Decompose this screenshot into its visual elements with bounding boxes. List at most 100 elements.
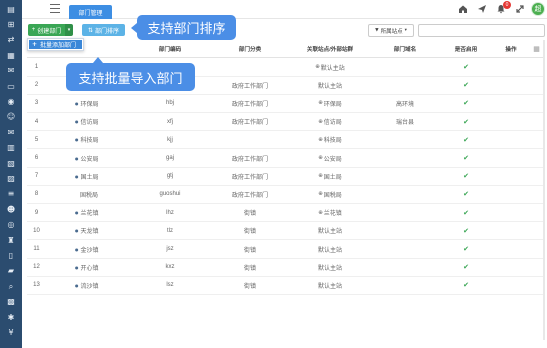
mail-icon[interactable]: ✉ (0, 64, 22, 79)
list-icon[interactable]: ≡ (0, 187, 22, 202)
envelope-icon[interactable]: ✉ (0, 125, 22, 140)
home-icon[interactable] (458, 4, 468, 14)
department-name[interactable]: 天龙镇 (81, 226, 99, 235)
check-icon: ✔ (463, 226, 469, 235)
department-name[interactable]: 公安局 (81, 154, 99, 163)
department-name[interactable]: 环保局 (81, 99, 99, 108)
linked-site: 信访局 (323, 120, 342, 127)
tab-department-management[interactable]: 部门管理 (69, 5, 112, 19)
fullscreen-icon[interactable] (515, 4, 525, 14)
department-domain (370, 59, 440, 76)
department-name[interactable]: 国税局 (80, 190, 98, 199)
department-code: kxz (165, 264, 175, 271)
table-row: 4 ● 信访局 xfj 政府工作部门 ⊕ 信访局 瑞台县 ✔ (27, 113, 543, 132)
linked-site: 公安局 (323, 156, 342, 163)
department-name-cell: ● 开心镇 (46, 259, 130, 276)
linked-site-cell: ⊕ 环保局 (290, 95, 370, 112)
linked-site: 兰花镇 (323, 211, 342, 218)
menu-toggle-icon[interactable] (50, 4, 60, 13)
department-name[interactable]: 金沙镇 (81, 245, 99, 254)
tree-node-icon: ● (75, 119, 79, 125)
department-category (210, 59, 290, 76)
clipboard-icon[interactable]: ▩ (0, 294, 22, 309)
department-category: 政府工作部门 (231, 83, 268, 90)
table-row: 3 ● 环保局 hbj 政府工作部门 ⊕ 环保局 高环境 ✔ (27, 95, 543, 114)
department-name-cell: ● 科技局 (46, 131, 130, 148)
header-category: 部门分类 (238, 47, 262, 53)
create-dropdown-toggle[interactable]: ▾ (65, 24, 73, 36)
department-category (210, 131, 290, 148)
department-name[interactable]: 开心镇 (81, 263, 99, 272)
import-tip-callout: 支持批量导入部门 (66, 57, 195, 91)
folder-icon[interactable]: ▰ (0, 264, 22, 279)
header-actions: 操作 (505, 47, 517, 53)
row-number: 4 (34, 118, 39, 125)
department-name[interactable]: 国土局 (81, 172, 99, 181)
scrollbar[interactable] (543, 40, 545, 340)
chart-icon[interactable]: ▨ (0, 171, 22, 186)
sort-departments-button[interactable]: ⇅ 部门排序 (82, 24, 125, 36)
actions-cell (492, 131, 530, 148)
create-department-button[interactable]: + 创建部门 (28, 24, 65, 36)
search-icon[interactable]: ⌕ (0, 279, 22, 294)
send-icon[interactable] (477, 4, 487, 14)
tree-node-icon: ● (75, 137, 79, 143)
check-icon: ✔ (463, 172, 469, 181)
table-row: 7 ● 国土局 gtj 政府工作部门 ⊕ 国土局 ✔ (27, 168, 543, 186)
department-category: 街镇 (243, 283, 256, 290)
calendar-icon[interactable]: ▦ (0, 48, 22, 63)
row-number: 13 (33, 282, 40, 289)
enabled-cell: ✔ (440, 277, 492, 294)
department-category: 政府工作部门 (231, 174, 268, 181)
department-category: 街镇 (243, 265, 256, 272)
callout-pointer (93, 57, 103, 63)
department-name-cell: 国税局 (46, 186, 130, 203)
plus-square-icon[interactable]: ⊞ (0, 17, 22, 32)
document-icon[interactable]: ▥ (0, 141, 22, 156)
enabled-cell: ✔ (440, 150, 492, 167)
actions-cell (492, 186, 530, 203)
files-icon[interactable]: ▤ (0, 2, 22, 17)
actions-cell (492, 241, 530, 258)
department-category: 政府工作部门 (231, 192, 268, 199)
department-name-cell: ● 天龙镇 (46, 222, 130, 239)
check-icon: ✔ (463, 190, 469, 199)
department-code: gtj (166, 173, 174, 180)
linked-site: 默认主站 (320, 65, 345, 72)
actions-cell (492, 95, 530, 112)
department-name[interactable]: 科技局 (81, 135, 99, 144)
batch-add-departments-item[interactable]: + 批量添加部门 (29, 40, 82, 49)
department-domain (370, 222, 440, 239)
column-settings-button[interactable]: ▦ (530, 41, 543, 57)
row-number: 8 (34, 191, 39, 198)
tree-node-icon: ● (75, 228, 79, 234)
enabled-cell: ✔ (440, 77, 492, 94)
table-row: 10 ● 天龙镇 tlz 街镇 默认主站 ✔ (27, 222, 543, 241)
linked-site: 默认主站 (317, 265, 342, 272)
department-name[interactable]: 兰花镇 (81, 208, 99, 217)
enabled-cell: ✔ (440, 131, 492, 148)
yen-icon[interactable]: ¥ (0, 325, 22, 340)
table-row: 6 ● 公安局 gaj 政府工作部门 ⊕ 公安局 ✔ (27, 150, 543, 168)
search-input[interactable] (418, 24, 545, 37)
report-icon[interactable]: ▧ (0, 156, 22, 171)
camera-icon[interactable]: ◉ (0, 94, 22, 109)
eye-icon[interactable]: ◎ (0, 217, 22, 232)
inbox-icon[interactable]: ▭ (0, 79, 22, 94)
settings-icon[interactable]: ✱ (0, 310, 22, 325)
department-code: lhz (166, 209, 174, 216)
department-name[interactable]: 信访局 (81, 117, 99, 126)
graduation-cap-icon[interactable]: ♜ (0, 233, 22, 248)
avatar[interactable]: 超 (531, 2, 545, 16)
user-icon[interactable]: ☺ (0, 110, 22, 125)
department-name[interactable]: 流沙镇 (81, 281, 99, 290)
department-category: 街镇 (243, 247, 256, 254)
swap-icon[interactable]: ⇄ (0, 33, 22, 48)
users-icon[interactable]: ☻ (0, 202, 22, 217)
file-icon[interactable]: ▯ (0, 248, 22, 263)
row-number: 10 (33, 227, 40, 234)
tree-node-icon: ● (75, 264, 79, 270)
site-filter-select[interactable]: ▼ 所属站点 ▾ (368, 24, 414, 37)
site-icon: ⊕ (315, 64, 320, 71)
enabled-cell: ✔ (440, 186, 492, 203)
